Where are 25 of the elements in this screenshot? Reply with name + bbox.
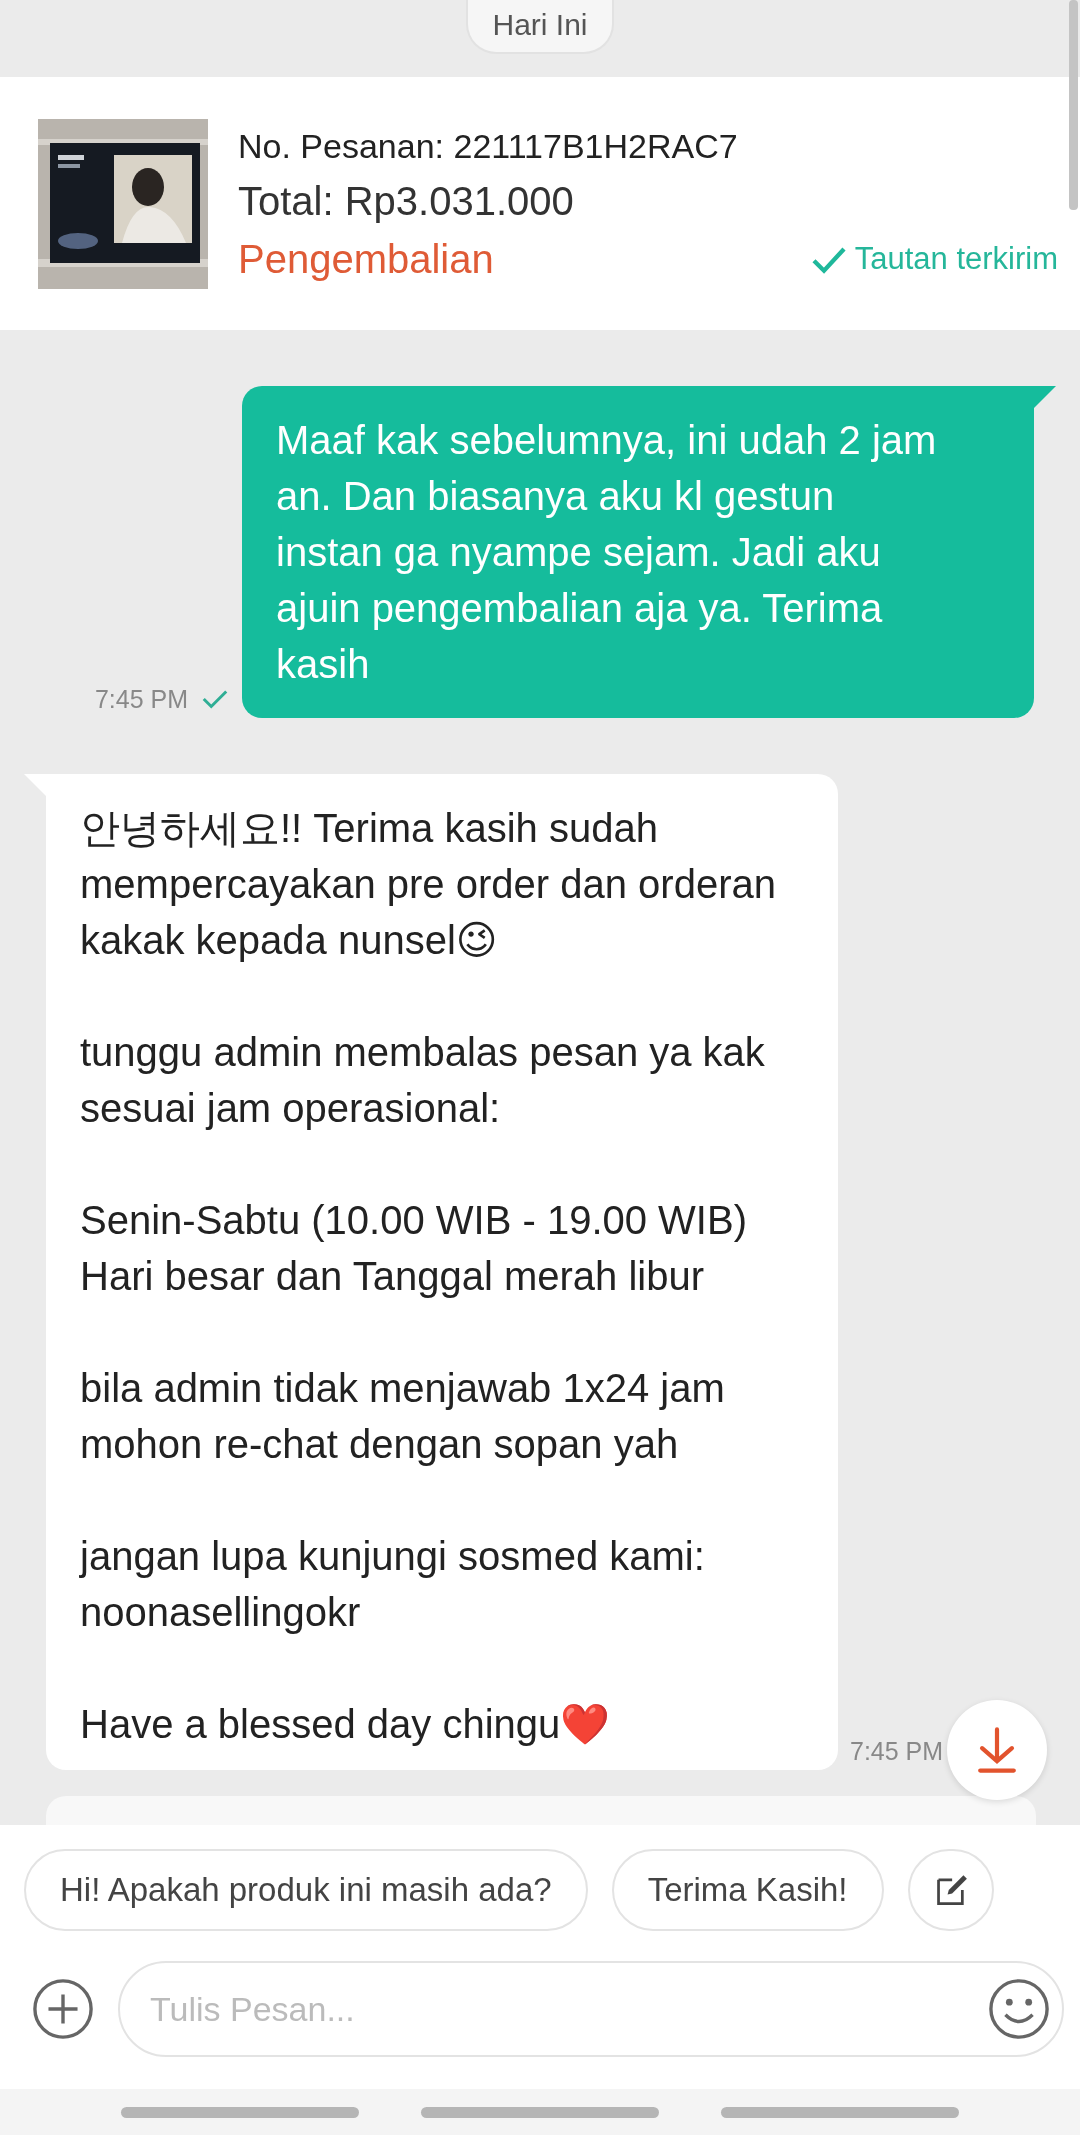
emoji-icon[interactable] [988, 1978, 1050, 2040]
message-text: bila admin tidak menjawab 1x24 jam mohon re-chat dengan sopan yah [80, 1365, 726, 1468]
message-text: 안녕하세요!! Terima kasih sudah mempercayakan pre order dan orderan kakak kepada nunsel😉 [80, 805, 777, 964]
add-icon[interactable] [32, 1978, 94, 2040]
message-text: Have a blessed day chingu❤ [80, 1701, 612, 1748]
message-text: jangan lupa kunjungi sosmed kami: noonasellingokr [80, 1533, 706, 1636]
quick-reply-chip[interactable]: Hi! Apakah produk ini masih ada? [24, 1849, 588, 1931]
message-time: 7:45 PM [94, 684, 188, 714]
message-input-field[interactable]: Tulis Pesan... [118, 1961, 1064, 2057]
order-number: No. Pesanan: 221117B1H2RAC7 [238, 125, 739, 167]
date-label: Hari Ini [466, 0, 614, 54]
nav-handle[interactable] [421, 2106, 659, 2118]
message-text: tunggu admin membalas pesan ya kak sesuai jam operasional: [80, 1029, 766, 1132]
order-card[interactable]: No. Pesanan: 221117B1H2RAC7 Total: Rp3.031.000 Pengembalian Tautan terkirim [0, 77, 1080, 330]
order-status: Pengembalian [238, 235, 494, 283]
message-text: Maaf kak sebelumnya, ini udah 2 jam an. Dan biasanya aku kl gestun instan ga nyampe sejam. Jadi aku ajuin pengembalian aja ya. Terima kasih [276, 417, 938, 688]
nav-handle[interactable] [121, 2106, 359, 2118]
link-status: Tautan terkirim [854, 240, 1058, 277]
quick-reply-chip[interactable]: Terima Kasih! [611, 1849, 884, 1931]
message-text: Senin-Sabtu (10.00 WIB - 19.00 WIB) Hari besar dan Tanggal merah libur [80, 1197, 748, 1300]
scroll-down-button[interactable] [947, 1700, 1047, 1800]
order-total: Total: Rp3.031.000 [238, 177, 575, 225]
nav-handle[interactable] [721, 2106, 959, 2118]
scrollbar[interactable] [1069, 0, 1078, 210]
message-time: 7:45 PM [850, 1737, 944, 1766]
